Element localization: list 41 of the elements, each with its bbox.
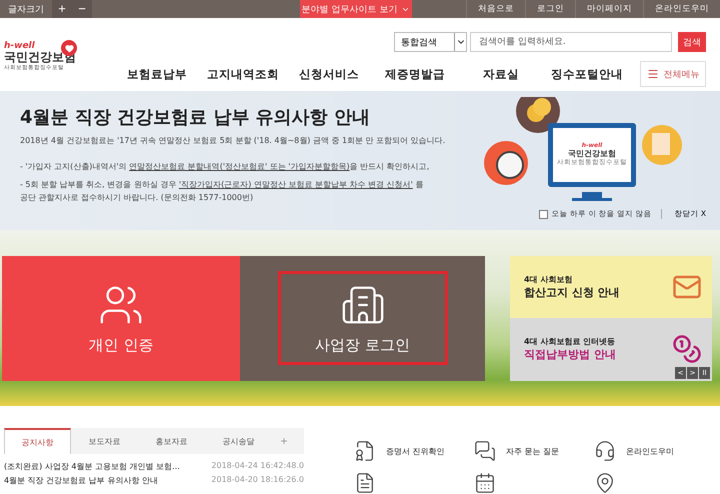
post-date: 2018-04-20 18:16:26.0 [211,475,304,486]
nav-item[interactable]: 고지내역조회 [200,66,286,82]
font-size-label: 글자크기 [7,4,45,16]
search-button[interactable]: 검색 [678,32,706,52]
notice-intro: 2018년 4월 건강보험료는 '17년 귀속 연말정산 보험료 5회 분할 ('18. 4월~8월) 금액 중 1회분 만 포함되어 있습니다. [20,135,446,146]
notice-title: 4월분 직장 건강보험료 납부 유의사항 안내 [20,106,371,130]
promo-banner[interactable]: 4대 사회보험 합산고지 신청 안내 [510,256,712,318]
top-link[interactable]: 로그인 [525,0,575,18]
notice-link[interactable]: 4월분 직장 건강보험료 납부 유의사항 안내 [4,475,158,486]
quick-link[interactable]: 증명서 진위확인 [354,440,474,462]
calendar-icon [474,472,496,494]
document-icon [354,472,376,494]
nav-item[interactable]: 자료실 [458,66,544,82]
nav-item[interactable]: 징수포털안내 [544,66,630,82]
search-scope-select[interactable]: 통합검색 [394,32,467,52]
notice-item: - 5회 분할 납부를 취소, 변경을 원하실 경우 '직장가입자(근로자) 연말정산 보험료 분할납부 차수 변경 신청서' 를 공단 관할지사로 접수하시기 바랍니다. (문의전화 1577-1000번) [20,179,424,204]
login-button[interactable]: 사업장 로그인 [278,271,448,366]
login-button[interactable]: 개인 인증 [36,271,206,366]
board-tab[interactable]: 공지사항 [4,428,71,454]
top-link[interactable]: 온라인도우미 [643,0,720,18]
nav-item[interactable]: 제증명발급 [372,66,458,82]
search-field[interactable]: 검색어를 입력하세요. [470,32,672,52]
post-date: 2018-04-24 16:42:48.0 [211,461,304,472]
sites-dropdown-button[interactable]: 분야별 업무사이트 보기 [300,0,412,18]
quick-link[interactable]: 자주 묻는 질문 [474,440,594,462]
quick-link[interactable]: 온라인도우미 [594,440,714,462]
nav-item[interactable]: 신청서비스 [286,66,372,82]
logo-brand: h-well [4,42,35,51]
nav-item[interactable]: 보험료납부 [114,66,200,82]
top-link[interactable]: 마이페이지 [575,0,643,18]
notice-link[interactable]: (조치완료) 사업장 4월분 고용보험 개인별 보험… [4,461,180,472]
all-menu-button[interactable]: 전체메뉴 [640,61,706,88]
monitor-logo-name: 국민건강보험 [568,148,616,158]
menu-icon [646,68,658,80]
top-link[interactable]: 처음으로 [466,0,525,18]
coins-icon [672,334,702,364]
zoom-out-button[interactable]: − [72,0,92,18]
notice-item: - '가입자 고지(산출)내역서'의 연말정산보험료 분할내역('정산보험료' 또는 '가입자분할항목)을 반드시 확인하시고, [20,161,430,174]
certificate-icon [354,440,376,462]
zoom-in-button[interactable]: + [52,0,72,18]
location-icon [594,472,616,494]
